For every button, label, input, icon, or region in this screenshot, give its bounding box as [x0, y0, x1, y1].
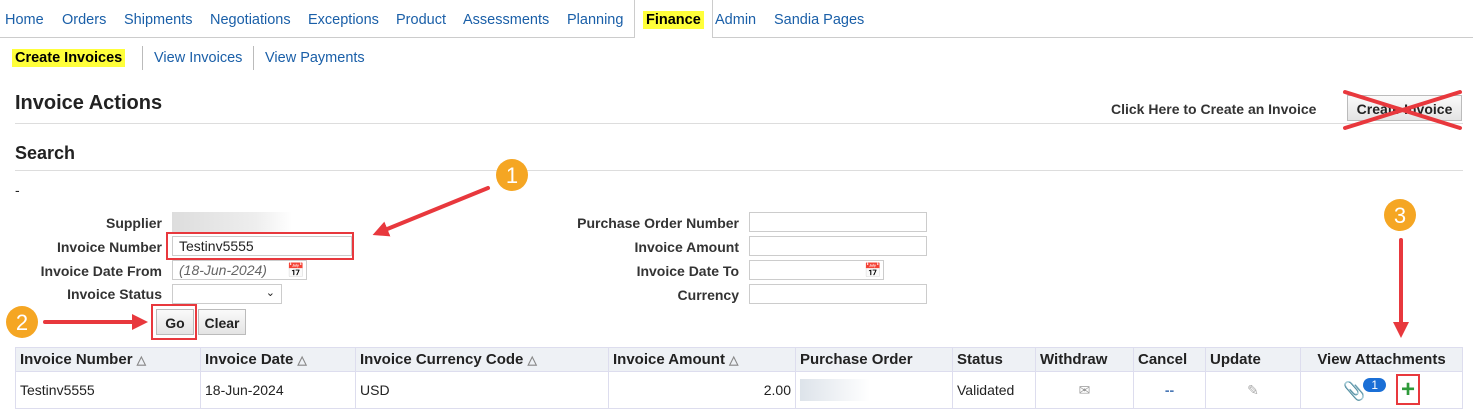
- highlight-invoice-number: [166, 232, 354, 260]
- annotation-overlay: 1 2 3: [6, 90, 1462, 340]
- step-2-text: 2: [16, 310, 28, 335]
- step-1-text: 1: [506, 163, 518, 188]
- arrow-1: [372, 186, 490, 237]
- highlight-go: [151, 304, 197, 340]
- step-3-text: 3: [1394, 203, 1406, 228]
